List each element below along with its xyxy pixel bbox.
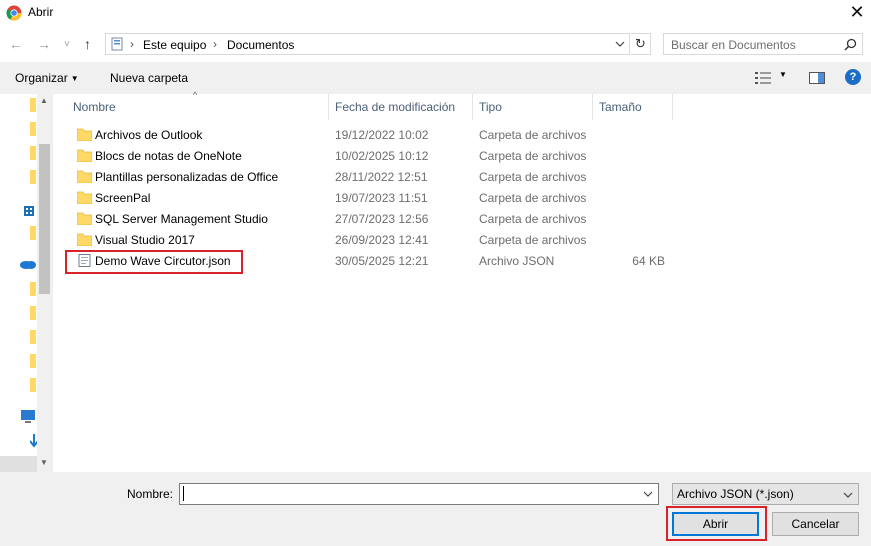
file-type-select[interactable]: Archivo JSON (*.json) (672, 483, 859, 505)
file-name: ScreenPal (95, 191, 151, 205)
building-icon[interactable] (24, 204, 34, 216)
computer-icon[interactable] (20, 410, 36, 424)
scroll-down-icon[interactable]: ▼ (40, 458, 48, 467)
folder-icon[interactable] (30, 330, 36, 344)
organize-menu[interactable]: Organizar ▼ (15, 71, 79, 85)
folder-icon[interactable] (30, 378, 36, 392)
folder-icon[interactable] (30, 354, 36, 368)
file-type: Carpeta de archivos (479, 233, 587, 247)
folder-icon[interactable] (30, 282, 36, 296)
highlight-annotation (666, 506, 767, 541)
up-arrow-icon[interactable]: ↑ (84, 37, 91, 51)
folder-icon[interactable] (30, 170, 36, 184)
file-type: Archivo JSON (479, 254, 555, 268)
text-cursor (183, 486, 184, 501)
file-row[interactable]: ScreenPal 19/07/2023 11:51 Carpeta de ar… (67, 188, 679, 209)
file-name: Blocs de notas de OneNote (95, 149, 242, 163)
forward-arrow-icon[interactable]: → (37, 37, 51, 51)
address-bar[interactable]: › Este equipo › Documentos (105, 33, 630, 55)
nav-scrollbar[interactable]: ▲ ▼ (37, 94, 52, 472)
chevron-down-icon (843, 492, 853, 498)
file-type: Carpeta de archivos (479, 212, 587, 226)
file-row[interactable]: Archivos de Outlook 19/12/2022 10:02 Car… (67, 125, 679, 146)
folder-icon[interactable] (30, 146, 36, 160)
file-date: 30/05/2025 12:21 (335, 254, 429, 268)
column-header-name[interactable]: Nombre (67, 94, 329, 120)
chevron-down-icon[interactable] (615, 39, 625, 49)
file-type: Carpeta de archivos (479, 191, 587, 205)
file-name: SQL Server Management Studio (95, 212, 268, 226)
folder-icon (77, 149, 92, 162)
folder-icon (77, 170, 92, 183)
file-row[interactable]: Visual Studio 2017 26/09/2023 12:41 Carp… (67, 230, 679, 251)
view-details-icon[interactable] (755, 72, 771, 84)
filename-label: Nombre: (127, 487, 174, 501)
file-type: Carpeta de archivos (479, 170, 587, 184)
file-row[interactable]: SQL Server Management Studio 27/07/2023 … (67, 209, 679, 230)
column-header-date[interactable]: Fecha de modificación (329, 94, 473, 120)
back-arrow-icon[interactable]: ← (9, 37, 23, 51)
window-title: Abrir (28, 5, 54, 19)
folder-icon (77, 233, 92, 246)
file-size: 64 KB (632, 254, 665, 268)
refresh-button[interactable]: ↻ (631, 33, 651, 55)
search-placeholder: Buscar en Documentos (671, 38, 796, 52)
file-date: 19/07/2023 11:51 (335, 191, 428, 205)
breadcrumb-separator: › (130, 37, 134, 51)
folder-icon (77, 212, 92, 225)
breadcrumb-documentos[interactable]: Documentos (227, 38, 294, 52)
onedrive-icon[interactable] (20, 259, 36, 269)
recent-locations-icon[interactable]: ˅ (64, 38, 70, 52)
file-row[interactable]: Blocs de notas de OneNote 10/02/2025 10:… (67, 146, 679, 167)
file-date: 19/12/2022 10:02 (335, 128, 429, 142)
title-bar: Abrir ✕ (0, 0, 871, 26)
breadcrumb-este-equipo[interactable]: Este equipo (143, 38, 206, 52)
nav-scroll-track-bottom (0, 456, 37, 472)
new-folder-button[interactable]: Nueva carpeta (110, 71, 188, 85)
file-name: Plantillas personalizadas de Office (95, 170, 279, 184)
column-header-type[interactable]: Tipo (473, 94, 593, 120)
file-date: 27/07/2023 12:56 (335, 212, 429, 226)
filename-input[interactable] (179, 483, 659, 505)
address-row: ← → ˅ ↑ › Este equipo › Documentos ↻ Bus… (0, 30, 871, 60)
command-toolbar: Organizar ▼ Nueva carpeta ▼ ? (0, 62, 871, 94)
folder-icon[interactable] (30, 122, 36, 136)
file-date: 26/09/2023 12:41 (335, 233, 429, 247)
preview-pane-icon[interactable] (809, 72, 825, 84)
navigation-pane: ▲ ▼ (0, 94, 53, 472)
caret-down-icon: ▼ (70, 74, 79, 83)
this-pc-icon (111, 37, 123, 51)
cancel-button[interactable]: Cancelar (772, 512, 859, 536)
file-type: Carpeta de archivos (479, 149, 587, 163)
file-date: 10/02/2025 10:12 (335, 149, 429, 163)
folder-icon (77, 128, 92, 141)
file-type-value: Archivo JSON (*.json) (677, 487, 794, 501)
scroll-up-icon[interactable]: ▲ (40, 96, 48, 105)
file-date: 28/11/2022 12:51 (335, 170, 428, 184)
search-input[interactable]: Buscar en Documentos (663, 33, 863, 55)
search-icon[interactable] (844, 38, 857, 51)
view-options-caret-icon[interactable]: ▼ (779, 70, 787, 79)
folder-icon[interactable] (30, 306, 36, 320)
column-header-size[interactable]: Tamaño (593, 94, 673, 120)
close-icon[interactable]: ✕ (843, 0, 871, 26)
chrome-icon (6, 5, 22, 21)
file-name: Archivos de Outlook (95, 128, 203, 142)
help-icon[interactable]: ? (845, 69, 861, 85)
organize-label: Organizar (15, 71, 68, 85)
breadcrumb-separator: › (213, 37, 217, 51)
file-name: Visual Studio 2017 (95, 233, 195, 247)
folder-icon (77, 191, 92, 204)
chevron-down-icon[interactable] (643, 489, 653, 499)
file-type: Carpeta de archivos (479, 128, 587, 142)
file-row[interactable]: Plantillas personalizadas de Office 28/1… (67, 167, 679, 188)
folder-icon[interactable] (30, 226, 36, 240)
highlight-annotation (65, 250, 243, 274)
folder-icon[interactable] (30, 98, 36, 112)
scrollbar-thumb[interactable] (39, 144, 50, 294)
